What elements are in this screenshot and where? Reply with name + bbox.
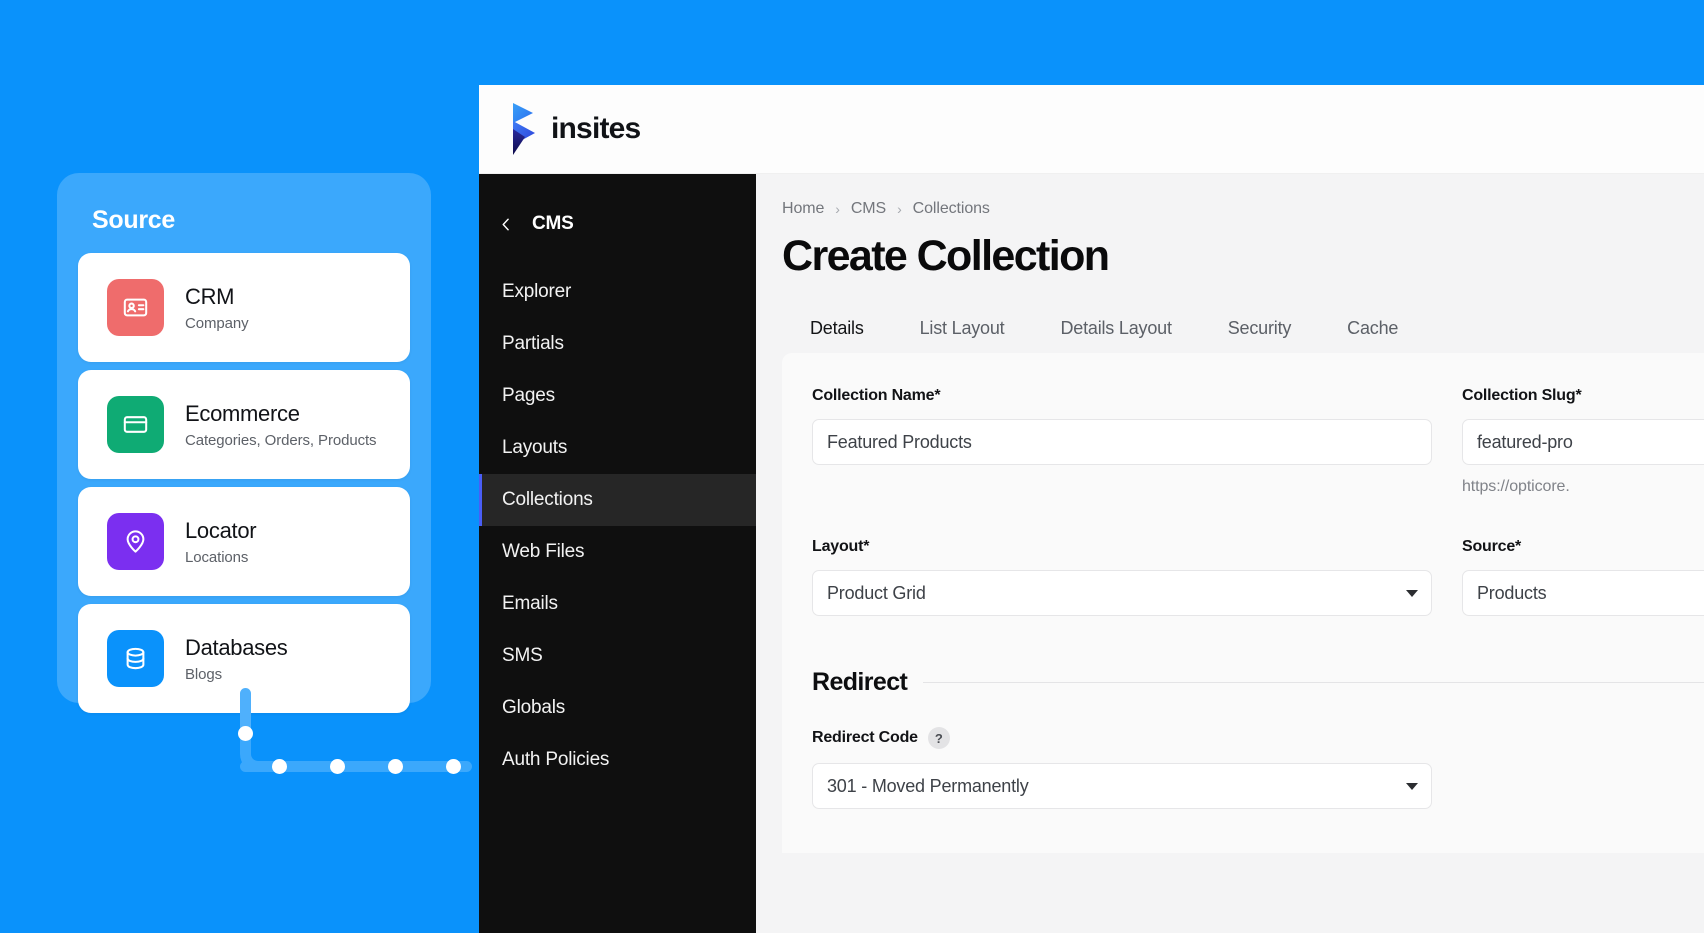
chevron-left-icon[interactable]	[499, 218, 512, 231]
screenshot-root: Source CRM Company Ecommerce Categories,…	[0, 0, 1704, 933]
form-row-2: Layout* Product Grid Source* Products	[812, 538, 1704, 616]
sidebar-item-pages[interactable]: Pages	[479, 370, 756, 422]
source-panel: Source CRM Company Ecommerce Categories,…	[57, 173, 431, 713]
sidebar-item-label: SMS	[502, 645, 543, 666]
brand[interactable]: insites	[507, 101, 641, 157]
main-content: Home › CMS › Collections Create Collecti…	[756, 174, 1704, 933]
breadcrumb-separator-icon: ›	[897, 201, 902, 217]
input-value: Products	[1477, 582, 1547, 603]
sidebar-item-auth-policies[interactable]: Auth Policies	[479, 734, 756, 786]
field-redirect-code: Redirect Code ? 301 - Moved Permanently	[812, 727, 1432, 809]
field-collection-name: Collection Name* Featured Products	[812, 387, 1432, 496]
chevron-down-icon[interactable]	[1406, 590, 1418, 597]
source-card-name: Locator	[185, 518, 257, 544]
credit-card-icon	[107, 396, 164, 453]
source-panel-title: Source	[92, 206, 175, 234]
app-window: insites CMS Explorer Partials Pages Layo…	[479, 85, 1704, 933]
source-card-sub: Locations	[185, 548, 249, 566]
question-mark-icon[interactable]: ?	[927, 727, 950, 749]
sidebar-item-layouts[interactable]: Layouts	[479, 422, 756, 474]
collection-slug-input[interactable]: featured-pro	[1462, 419, 1704, 465]
app-body: CMS Explorer Partials Pages Layouts Coll…	[479, 174, 1704, 933]
sidebar-item-label: Globals	[502, 697, 566, 718]
sidebar-item-globals[interactable]: Globals	[479, 682, 756, 734]
sidebar-item-label: Explorer	[502, 281, 572, 302]
field-label-row: Redirect Code ?	[812, 727, 1432, 749]
redirect-section-header: Redirect	[812, 668, 1704, 697]
source-card-ecommerce[interactable]: Ecommerce Categories, Orders, Products	[78, 370, 410, 479]
field-label: Collection Slug*	[1462, 387, 1582, 404]
sidebar-item-collections[interactable]: Collections	[479, 474, 756, 526]
sidebar: CMS Explorer Partials Pages Layouts Coll…	[479, 174, 756, 933]
brand-name: insites	[551, 112, 641, 145]
sidebar-item-label: Auth Policies	[502, 749, 610, 770]
connector-dot	[388, 759, 403, 774]
source-card-sub: Company	[185, 314, 249, 332]
field-layout: Layout* Product Grid	[812, 538, 1432, 616]
sidebar-header[interactable]: CMS	[479, 204, 756, 244]
sidebar-item-partials[interactable]: Partials	[479, 318, 756, 370]
sidebar-item-web-files[interactable]: Web Files	[479, 526, 756, 578]
chevron-down-icon[interactable]	[1406, 783, 1418, 790]
section-divider	[923, 682, 1704, 683]
tab-details-layout[interactable]: Details Layout	[1032, 318, 1199, 347]
breadcrumb: Home › CMS › Collections	[782, 200, 1704, 218]
select-value: 301 - Moved Permanently	[827, 775, 1029, 796]
breadcrumb-item-home[interactable]: Home	[782, 200, 824, 218]
page-title: Create Collection	[782, 232, 1110, 280]
source-input[interactable]: Products	[1462, 570, 1704, 616]
sidebar-nav: Explorer Partials Pages Layouts Collecti…	[479, 266, 756, 786]
tab-list-layout[interactable]: List Layout	[892, 318, 1033, 347]
field-label: Source*	[1462, 538, 1522, 555]
section-title: Redirect	[812, 668, 908, 696]
layout-select[interactable]: Product Grid	[812, 570, 1432, 616]
app-topbar: insites	[479, 85, 1704, 174]
source-card-name: Ecommerce	[185, 401, 300, 427]
sidebar-item-label: Emails	[502, 593, 558, 614]
tab-security[interactable]: Security	[1200, 318, 1319, 347]
form-panel: Collection Name* Featured Products Colle…	[782, 353, 1704, 853]
input-value: Featured Products	[827, 431, 972, 452]
tab-cache[interactable]: Cache	[1319, 318, 1426, 347]
field-label: Collection Name*	[812, 387, 941, 404]
source-card-crm[interactable]: CRM Company	[78, 253, 410, 362]
connector-dot	[272, 759, 287, 774]
source-card-name: Databases	[185, 635, 288, 661]
collection-name-input[interactable]: Featured Products	[812, 419, 1432, 465]
redirect-code-select[interactable]: 301 - Moved Permanently	[812, 763, 1432, 809]
breadcrumb-item-cms[interactable]: CMS	[851, 200, 886, 218]
sidebar-title: CMS	[532, 213, 574, 234]
input-value: featured-pro	[1477, 431, 1573, 452]
sidebar-item-sms[interactable]: SMS	[479, 630, 756, 682]
field-source: Source* Products	[1462, 538, 1704, 616]
source-card-locator[interactable]: Locator Locations	[78, 487, 410, 596]
sidebar-item-label: Web Files	[502, 541, 585, 562]
form-row-1: Collection Name* Featured Products Colle…	[812, 387, 1704, 496]
contact-card-icon	[107, 279, 164, 336]
sidebar-item-label: Pages	[502, 385, 555, 406]
database-icon	[107, 630, 164, 687]
tab-details[interactable]: Details	[782, 318, 892, 347]
connector-dot	[330, 759, 345, 774]
sidebar-item-label: Layouts	[502, 437, 568, 458]
sidebar-item-emails[interactable]: Emails	[479, 578, 756, 630]
sidebar-item-explorer[interactable]: Explorer	[479, 266, 756, 318]
sidebar-item-label: Partials	[502, 333, 564, 354]
map-pin-icon	[107, 513, 164, 570]
source-card-name: CRM	[185, 284, 235, 310]
field-label: Layout*	[812, 538, 870, 555]
connector-dot	[238, 726, 253, 741]
insites-logo-icon	[513, 103, 535, 155]
tab-bar: Details List Layout Details Layout Secur…	[782, 307, 1704, 347]
source-card-sub: Blogs	[185, 665, 223, 683]
breadcrumb-item-collections[interactable]: Collections	[913, 200, 990, 218]
field-collection-slug: Collection Slug* featured-pro https://op…	[1462, 387, 1704, 496]
select-value: Product Grid	[827, 582, 926, 603]
source-card-sub: Categories, Orders, Products	[185, 431, 377, 449]
sidebar-item-label: Collections	[502, 489, 593, 510]
breadcrumb-separator-icon: ›	[835, 201, 840, 217]
field-label: Redirect Code	[812, 729, 918, 746]
connector-dot	[446, 759, 461, 774]
collection-slug-help-text: https://opticore.	[1462, 478, 1570, 495]
